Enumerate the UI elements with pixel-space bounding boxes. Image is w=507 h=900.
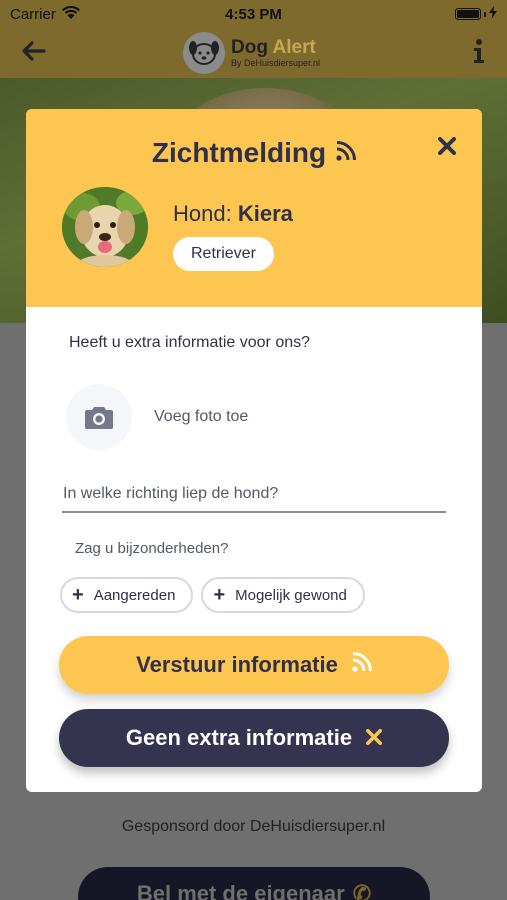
plus-icon: + [72, 584, 84, 606]
close-icon [366, 725, 383, 751]
call-owner-button[interactable]: Bel met de eigenaar ✆ [78, 867, 430, 900]
app-header: Dog Alert By DeHuisdiersuper.nl [0, 28, 507, 78]
sighting-modal: Zichtmelding Hond: Kiera Retriever Heeft… [26, 109, 482, 792]
modal-title: Zichtmelding [26, 137, 482, 169]
logo-title: Dog Alert [231, 37, 316, 58]
info-icon[interactable] [473, 38, 485, 68]
extra-info-question: Heeft u extra informatie voor ons? [69, 334, 311, 351]
plus-icon: + [213, 584, 226, 606]
carrier-label: Carrier [10, 5, 56, 23]
status-bar: Carrier 4:53 PM [0, 0, 507, 28]
sponsor-text: Gesponsord door DeHuisdiersuper.nl [121, 818, 386, 835]
wifi-icon [61, 5, 80, 23]
modal-header: Zichtmelding Hond: Kiera Retriever [26, 109, 482, 307]
app-logo: Dog Alert By DeHuisdiersuper.nl [183, 32, 320, 74]
breed-badge: Retriever [173, 237, 274, 271]
camera-icon[interactable] [66, 384, 132, 450]
status-left: Carrier [10, 5, 80, 23]
arrow-left-icon[interactable] [22, 40, 46, 66]
close-icon[interactable] [436, 135, 458, 157]
rss-icon [352, 652, 372, 678]
logo-subtitle: By DeHuisdiersuper.nl [231, 58, 321, 68]
charging-icon [489, 5, 497, 23]
battery-icon [455, 5, 497, 23]
dog-name: Hond: Kiera [173, 201, 293, 226]
phone-icon: ✆ [352, 881, 372, 900]
rss-icon [336, 140, 357, 166]
detail-chips: + Aangereden + Mogelijk gewond [60, 577, 365, 613]
add-photo-label: Voeg foto toe [154, 408, 249, 425]
add-photo-row[interactable]: Voeg foto toe [66, 384, 248, 450]
no-extra-info-button[interactable]: Geen extra informatie [59, 709, 449, 767]
chip-mogelijk-gewond[interactable]: + Mogelijk gewond [201, 577, 365, 613]
chip-aangereden[interactable]: + Aangereden [60, 577, 194, 613]
send-info-button[interactable]: Verstuur informatie [59, 636, 449, 694]
direction-input[interactable] [62, 477, 446, 513]
dog-avatar [62, 187, 148, 267]
dog-logo-icon [183, 32, 225, 74]
details-label: Zag u bijzonderheden? [75, 540, 229, 557]
